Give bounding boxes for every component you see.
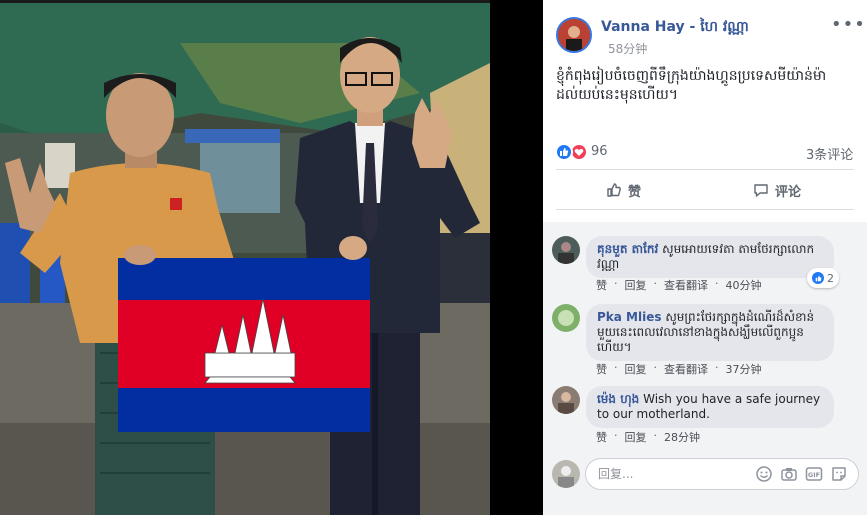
divider — [556, 169, 854, 170]
gif-icon[interactable]: GIF — [805, 465, 823, 483]
like-reaction-icon[interactable] — [555, 143, 573, 161]
reply-input[interactable] — [596, 466, 750, 482]
author-avatar-image — [558, 19, 590, 51]
comment-button[interactable]: 评论 — [753, 176, 801, 204]
comment-time[interactable]: 37分钟 — [726, 361, 762, 377]
comment-time[interactable]: 40分钟 — [726, 277, 762, 293]
comment-avatar-image — [552, 386, 580, 414]
comment-count[interactable]: 3条评论 — [806, 144, 853, 163]
reaction-count[interactable]: 96 — [591, 144, 608, 159]
comment-likes-badge[interactable]: 2 — [807, 268, 839, 288]
photo-illustration — [0, 3, 490, 515]
thumbs-up-icon — [607, 183, 621, 197]
comment-avatar[interactable] — [552, 386, 580, 414]
comment-avatar[interactable] — [552, 304, 580, 332]
post-panel: Vanna Hay - ហៃ វណ្ណា 58分钟 ••• ខ្ញុំកំពុង… — [543, 0, 867, 515]
comment-actions: 赞 · 回复 · 28分钟 — [596, 429, 700, 445]
comment-like-action[interactable]: 赞 — [596, 277, 607, 293]
comment-reply-action[interactable]: 回复 — [625, 361, 647, 377]
comment-avatar[interactable] — [552, 236, 580, 264]
comment-author[interactable]: ម៉េង ហុង — [597, 392, 639, 406]
cambodian-flag — [118, 258, 370, 432]
comment-translate-action[interactable]: 查看翻译 — [664, 361, 708, 377]
comment-bubble: Pka Mlies សូមព្រះថែរក្សាក្នុងដំណើរដ៏សំខា… — [586, 304, 834, 361]
comment-actions: 赞 · 回复 · 查看翻译 · 40分钟 — [596, 277, 762, 293]
emoji-icon[interactable] — [755, 465, 773, 483]
like-reaction-icon — [812, 272, 824, 284]
comment-like-action[interactable]: 赞 — [596, 361, 607, 377]
post-text: ខ្ញុំកំពុងរៀបចំចេញពីទឹក្រុងយ៉ាងហ្គូនប្រទ… — [556, 68, 827, 103]
post-photo[interactable] — [0, 0, 490, 515]
current-user-avatar-image — [552, 460, 580, 488]
comment-button-label: 评论 — [775, 184, 802, 200]
comment-author[interactable]: គុនមួត តាកែវ — [597, 242, 658, 256]
comment-bubble: ម៉េង ហុង Wish you have a safe journey to… — [586, 386, 834, 428]
like-button-label: 赞 — [628, 184, 642, 200]
comment-avatar-image — [552, 236, 580, 264]
comment-translate-action[interactable]: 查看翻译 — [664, 277, 708, 293]
comment-actions: 赞 · 回复 · 查看翻译 · 37分钟 — [596, 361, 762, 377]
divider — [556, 209, 854, 210]
like-button[interactable]: 赞 — [606, 176, 641, 204]
sticker-icon[interactable] — [830, 465, 848, 483]
author-avatar[interactable] — [556, 17, 592, 53]
comment-bubble: គុនមួត តាកែវ សូមអោយទេវតា តាមថែរក្សាលោក វ… — [586, 236, 834, 278]
comment-avatar-image — [552, 304, 580, 332]
comment-author[interactable]: Pka Mlies — [597, 310, 662, 324]
current-user-avatar[interactable] — [552, 460, 580, 488]
post-timestamp[interactable]: 58分钟 — [608, 40, 647, 57]
author-name[interactable]: Vanna Hay - ហៃ វណ្ណា — [601, 17, 749, 38]
comment-time[interactable]: 28分钟 — [664, 429, 700, 445]
camera-icon[interactable] — [780, 465, 798, 483]
comment-like-action[interactable]: 赞 — [596, 429, 607, 445]
more-options-icon[interactable]: ••• — [831, 14, 866, 35]
svg-text:GIF: GIF — [808, 471, 820, 479]
speech-bubble-icon — [754, 184, 768, 197]
comment-reply-action[interactable]: 回复 — [625, 277, 647, 293]
comment-like-count: 2 — [827, 271, 834, 285]
comment-reply-action[interactable]: 回复 — [625, 429, 647, 445]
